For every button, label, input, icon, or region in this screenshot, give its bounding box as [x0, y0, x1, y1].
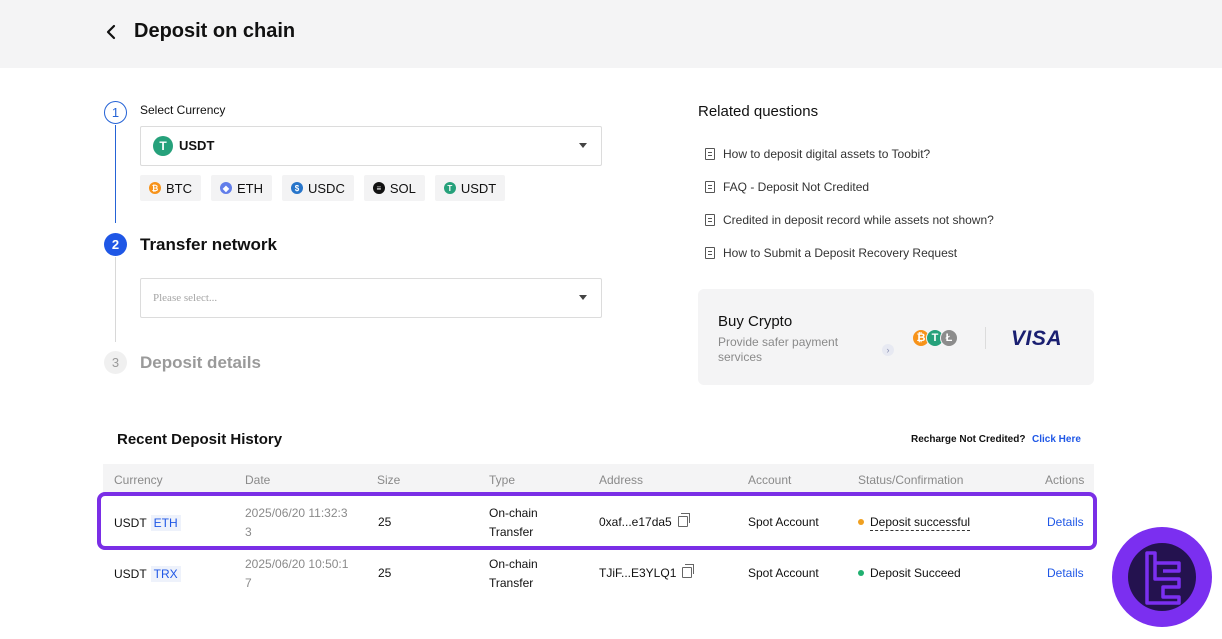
column-header: Type: [489, 473, 516, 487]
transfer-network-title: Transfer network: [140, 235, 277, 254]
related-question-link[interactable]: Credited in deposit record while assets …: [705, 213, 994, 227]
network-select-placeholder: Please select...: [153, 292, 218, 304]
related-questions-title: Related questions: [698, 103, 819, 120]
chevron-down-icon: [579, 143, 587, 148]
solana-icon: ≡: [372, 182, 385, 194]
currency-select[interactable]: T USDT: [140, 126, 602, 166]
account-cell: Spot Account: [748, 566, 819, 580]
litecoin-icon: Ł: [940, 329, 958, 347]
ethereum-icon: ◆: [220, 182, 232, 194]
related-question-label: How to Submit a Deposit Recovery Request: [723, 246, 958, 260]
address-text: TJiF...E3YLQ1: [599, 566, 677, 580]
date-line: 2025/06/20 10:50:1: [245, 557, 349, 571]
column-header: Status/Confirmation: [858, 473, 964, 487]
coin-chip-label: USDC: [308, 180, 345, 196]
copy-icon[interactable]: [682, 564, 695, 578]
usdc-icon: $: [291, 182, 303, 194]
currency-select-value: USDT: [179, 138, 215, 153]
coin-chip-label: USDT: [460, 180, 497, 196]
tether-icon: T: [153, 136, 173, 156]
coin-chip-sol[interactable]: ≡ SOL: [363, 175, 425, 201]
brand-logo-icon: [1145, 551, 1181, 605]
history-table-header: Currency Date Size Type Address Account …: [103, 464, 1094, 495]
date-line: 7: [245, 576, 252, 590]
tether-icon: T: [443, 182, 456, 194]
currency-cell: USDT TRX: [114, 566, 181, 582]
document-icon: [705, 181, 715, 193]
coin-chip-usdc[interactable]: $ USDC: [282, 175, 354, 201]
column-header: Address: [599, 473, 644, 487]
related-question-link[interactable]: How to Submit a Deposit Recovery Request: [705, 246, 957, 260]
page-header: Deposit on chain: [0, 0, 1222, 68]
divider: [985, 327, 986, 349]
status-text: Deposit Succeed: [870, 566, 961, 580]
related-question-label: How to deposit digital assets to Toobit?: [723, 147, 931, 161]
bitcoin-icon: ₿: [149, 182, 161, 194]
network-tag: TRX: [150, 566, 181, 582]
recharge-not-credited-text: Recharge Not Credited?: [911, 434, 1026, 445]
buy-crypto-title: Buy Crypto: [718, 313, 793, 330]
related-question-label: FAQ - Deposit Not Credited: [723, 180, 870, 194]
coin-chip-eth[interactable]: ◆ ETH: [211, 175, 272, 201]
related-question-link[interactable]: How to deposit digital assets to Toobit?: [705, 147, 930, 161]
crypto-coins-icon-group: ₿ T Ł: [912, 329, 958, 347]
network-select[interactable]: Please select...: [140, 278, 602, 318]
column-header: Currency: [114, 473, 163, 487]
details-link[interactable]: Details: [1047, 566, 1084, 580]
column-header: Date: [245, 473, 271, 487]
size-cell: 25: [378, 566, 392, 580]
coin-chip-label: SOL: [389, 180, 416, 196]
step-1-indicator: 1: [104, 101, 127, 124]
chevron-right-icon[interactable]: ›: [882, 344, 894, 356]
coin-chip-label: ETH: [237, 180, 263, 196]
document-icon: [705, 148, 715, 160]
status-dot: [858, 570, 864, 576]
related-question-label: Credited in deposit record while assets …: [723, 213, 994, 227]
document-icon: [705, 214, 715, 226]
document-icon: [705, 247, 715, 259]
visa-logo: VISA: [1011, 327, 1063, 350]
buy-crypto-subtitle: Provide safer payment services: [718, 335, 839, 364]
date-cell: 2025/06/20 10:50:1 7: [245, 555, 348, 593]
related-question-link[interactable]: FAQ - Deposit Not Credited: [705, 180, 869, 194]
quick-coin-chips: ₿ BTC ◆ ETH $ USDC ≡ SOL T USDT: [140, 175, 506, 201]
coin-chip-btc[interactable]: ₿ BTC: [140, 175, 201, 201]
step-3-indicator: 3: [104, 351, 127, 374]
column-header: Size: [377, 473, 401, 487]
status-cell: Deposit Succeed: [858, 566, 961, 580]
deposit-details-title: Deposit details: [140, 353, 261, 372]
back-arrow-icon[interactable]: [104, 22, 120, 42]
currency-label: USDT: [114, 567, 147, 581]
recent-deposit-history-title: Recent Deposit History: [117, 431, 283, 448]
column-header: Account: [748, 473, 792, 487]
step-2-indicator: 2: [104, 233, 127, 256]
address-cell: TJiF...E3YLQ1: [599, 564, 695, 580]
step-connector: [115, 257, 116, 342]
buy-crypto-card[interactable]: Buy Crypto Provide safer payment service…: [698, 289, 1094, 385]
step-connector: [115, 125, 116, 223]
select-currency-label: Select Currency: [140, 103, 226, 117]
type-line: On-chain: [489, 557, 538, 571]
row-highlight-outline: [97, 492, 1097, 550]
column-header: Actions: [1045, 473, 1085, 487]
type-line: Transfer: [489, 576, 534, 590]
coin-chip-label: BTC: [166, 180, 192, 196]
page-title: Deposit on chain: [134, 20, 296, 42]
chevron-down-icon: [579, 295, 587, 300]
click-here-link[interactable]: Click Here: [1032, 434, 1081, 445]
coin-chip-usdt[interactable]: T USDT: [434, 175, 506, 201]
type-cell: On-chain Transfer: [489, 555, 538, 593]
